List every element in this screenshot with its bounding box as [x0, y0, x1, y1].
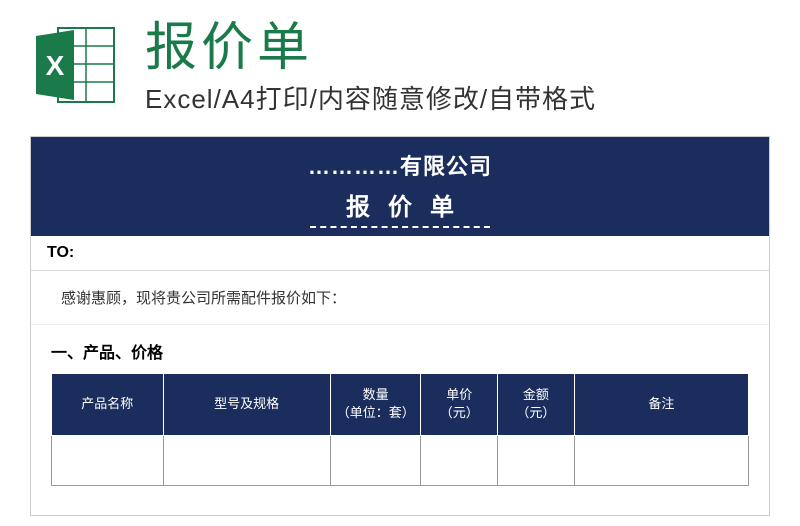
th-spec: 型号及规格	[163, 374, 330, 435]
cell-remark	[574, 435, 748, 485]
company-name: …………有限公司	[31, 149, 769, 181]
table-row	[52, 435, 749, 485]
document-title: 报价单	[31, 187, 769, 222]
svg-text:X: X	[46, 50, 65, 81]
header-text-block: 报价单 Excel/A4打印/内容随意修改/自带格式	[145, 20, 770, 116]
subtitle: Excel/A4打印/内容随意修改/自带格式	[145, 79, 770, 116]
table-header-row: 产品名称 型号及规格 数量（单位：套） 单价（元） 金额（元） 备注	[52, 374, 749, 435]
document-header: …………有限公司 报价单	[31, 137, 769, 236]
quotation-document: …………有限公司 报价单 TO: 感谢惠顾，现将贵公司所需配件报价如下： 一、产…	[30, 136, 770, 516]
th-remark: 备注	[574, 374, 748, 435]
cell-spec	[163, 435, 330, 485]
cell-quantity	[330, 435, 421, 485]
thanks-text: 感谢惠顾，现将贵公司所需配件报价如下：	[31, 271, 769, 325]
th-amount: 金额（元）	[498, 374, 575, 435]
cell-product-name	[52, 435, 164, 485]
cell-amount	[498, 435, 575, 485]
cell-unit-price	[421, 435, 498, 485]
th-quantity: 数量（单位：套）	[330, 374, 421, 435]
price-table: 产品名称 型号及规格 数量（单位：套） 单价（元） 金额（元） 备注	[51, 373, 749, 485]
to-label: TO:	[47, 244, 74, 261]
excel-icon: X	[30, 20, 120, 110]
page-header: X 报价单 Excel/A4打印/内容随意修改/自带格式	[0, 0, 800, 126]
section-title: 一、产品、价格	[31, 325, 769, 373]
to-section: TO:	[31, 236, 769, 271]
th-product-name: 产品名称	[52, 374, 164, 435]
main-title: 报价单	[145, 20, 770, 77]
title-underline	[310, 226, 490, 228]
th-unit-price: 单价（元）	[421, 374, 498, 435]
